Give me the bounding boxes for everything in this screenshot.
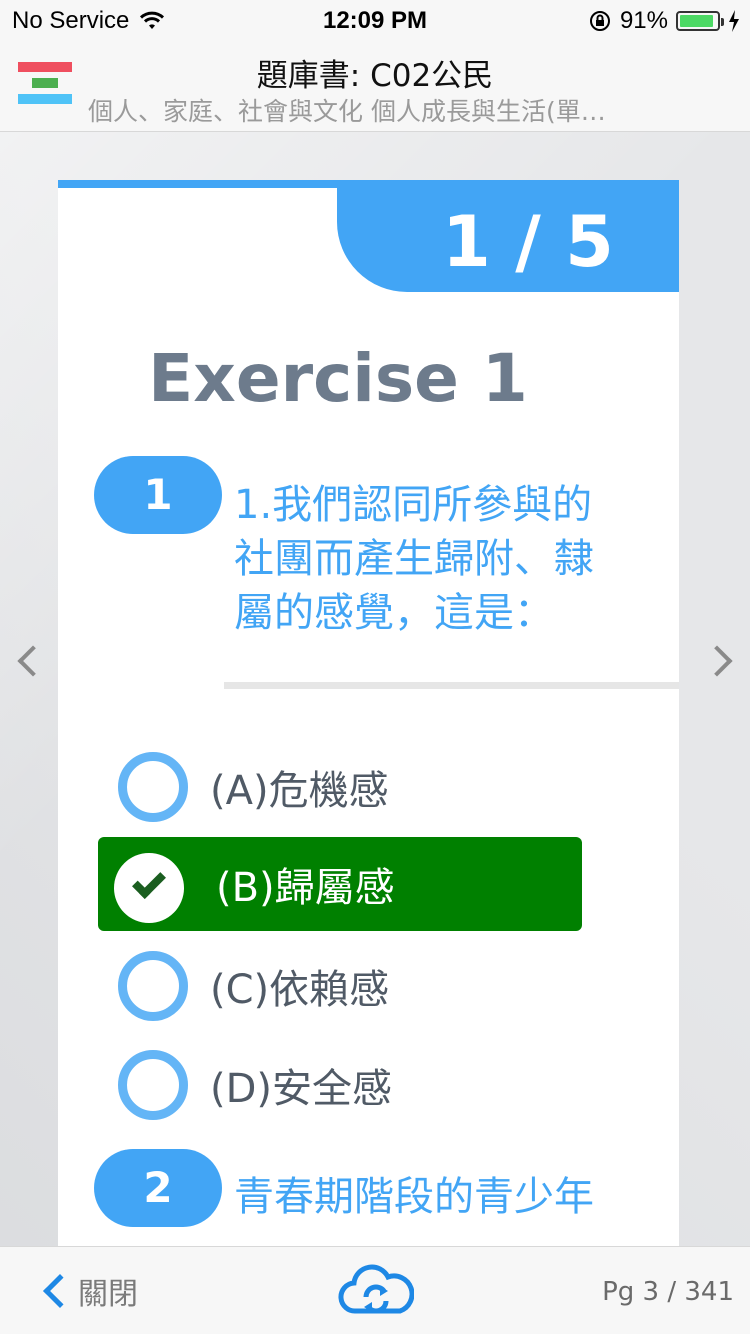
option-label: (C)依賴感	[210, 967, 390, 1013]
checkmark-icon	[132, 865, 166, 899]
option-c[interactable]: (C)依賴感	[98, 939, 582, 1033]
close-button[interactable]: 關閉	[38, 1267, 138, 1315]
question-text: 青春期階段的青少年	[234, 1170, 654, 1224]
radio-icon[interactable]	[118, 752, 188, 822]
option-d[interactable]: (D)安全感	[98, 1038, 582, 1132]
option-label: (D)安全感	[210, 1066, 393, 1112]
close-label: 關閉	[78, 1277, 138, 1312]
radio-icon[interactable]	[118, 951, 188, 1021]
option-label: (A)危機感	[210, 768, 389, 814]
question-text: 1.我們認同所參與的 社團而產生歸附、隸 屬的感覺，這是：	[234, 478, 654, 640]
question-number-badge: 1	[94, 456, 222, 534]
page-title: 題庫書: C02公民	[256, 58, 494, 94]
page-subtitle: 個人、家庭、社會與文化 個人成長與生活(單…	[88, 97, 606, 126]
battery-cap	[721, 18, 724, 26]
question-divider	[224, 682, 679, 689]
option-b-selected[interactable]: (B)歸屬感	[98, 837, 582, 931]
orientation-lock-icon	[589, 11, 610, 31]
question-text-line: 青春期階段的青少年	[234, 1174, 594, 1220]
exercise-card: 1 / 5 Exercise 1 1 1.我們認同所參與的 社團而產生歸附、隸 …	[58, 180, 679, 1246]
back-chevron-icon	[43, 1274, 77, 1308]
exercise-title: Exercise 1	[148, 340, 528, 417]
question-text-line: 屬的感覺，這是：	[234, 590, 554, 636]
question-counter: 1 / 5	[337, 180, 679, 292]
question-number-badge: 2	[94, 1149, 222, 1227]
page-indicator: Pg 3 / 341	[602, 1277, 734, 1307]
status-bar: No Service 12:09 PM 91%	[0, 0, 750, 40]
bottom-toolbar: 關閉 Pg 3 / 341	[0, 1246, 750, 1334]
radio-icon[interactable]	[118, 1050, 188, 1120]
title-bar: 題庫書: C02公民 個人、家庭、社會與文化 個人成長與生活(單…	[0, 40, 750, 132]
charging-bolt-icon	[729, 10, 739, 32]
battery-fill	[680, 15, 713, 27]
status-right: 91%	[588, 7, 740, 35]
checked-radio-icon[interactable]	[114, 853, 184, 923]
menu-bar-blue	[18, 94, 72, 104]
question-text-line: 社團而產生歸附、隸	[234, 536, 594, 582]
option-a[interactable]: (A)危機感	[98, 740, 582, 834]
cloud-sync-icon[interactable]	[338, 1261, 414, 1321]
battery-icon	[676, 11, 724, 31]
question-text-line: 1.我們認同所參與的	[234, 482, 593, 528]
option-label: (B)歸屬感	[216, 865, 395, 911]
battery-percent: 91%	[619, 7, 668, 34]
